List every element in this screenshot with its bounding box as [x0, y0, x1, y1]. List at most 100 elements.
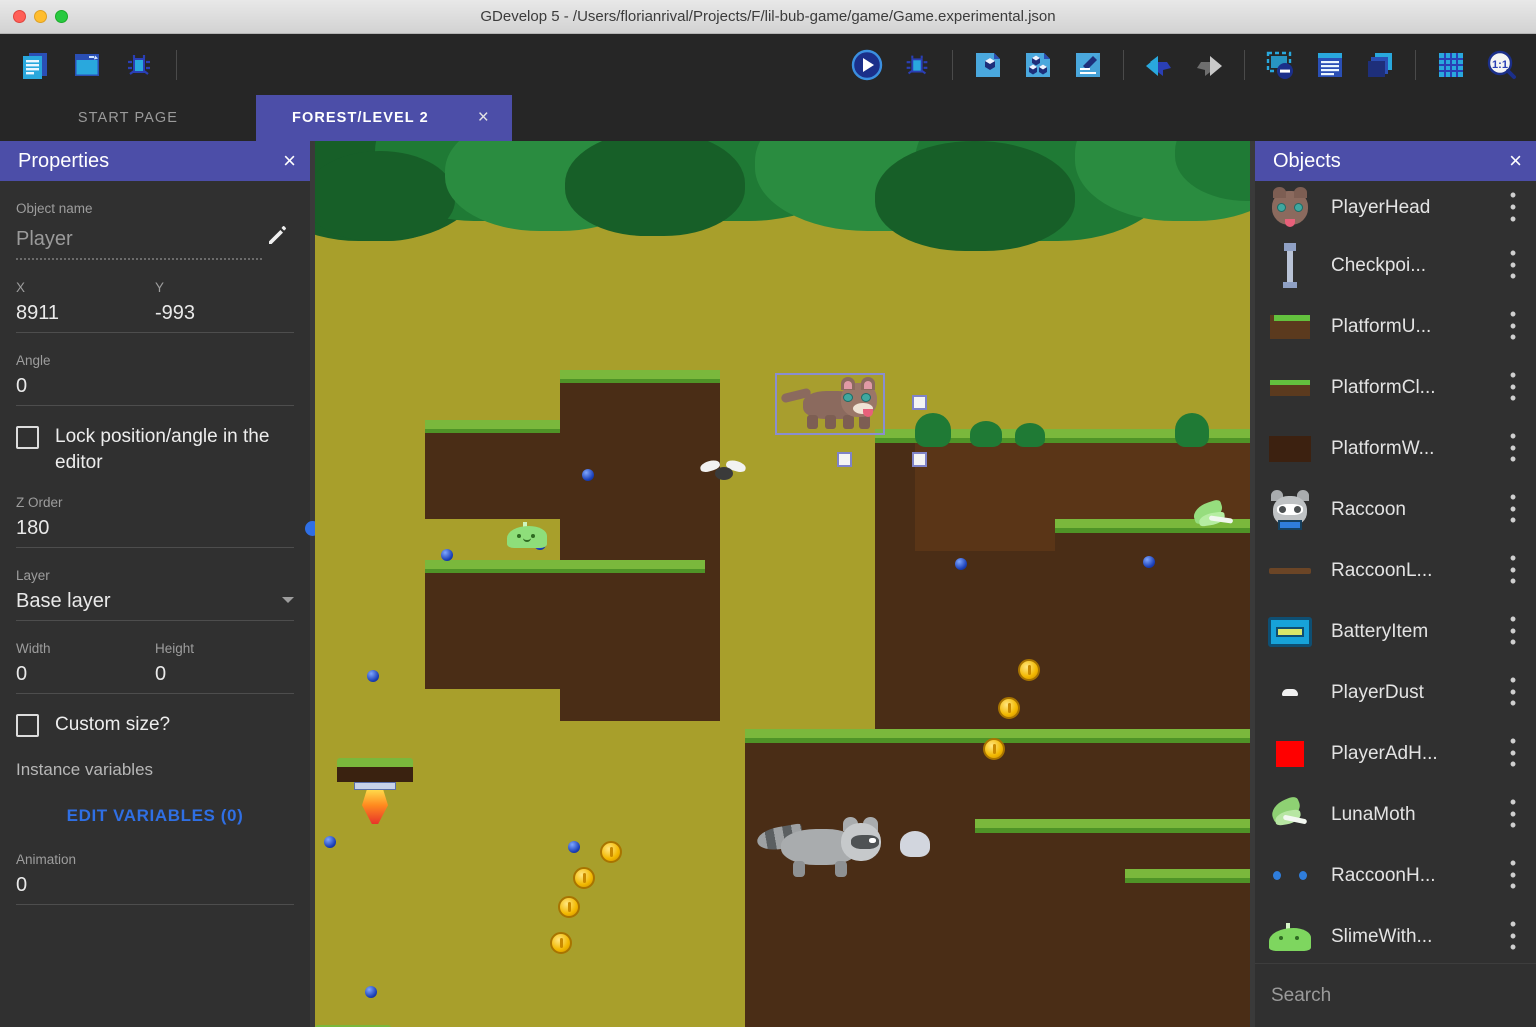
- coin-instance[interactable]: [983, 738, 1005, 760]
- list-item[interactable]: SlimeWith... •••: [1255, 906, 1536, 963]
- object-name: Raccoon: [1313, 499, 1500, 521]
- animation-input[interactable]: 0: [16, 874, 294, 904]
- berry-instance[interactable]: [568, 841, 580, 853]
- more-vertical-icon[interactable]: •••: [1500, 248, 1526, 283]
- list-item[interactable]: PlatformW... •••: [1255, 418, 1536, 479]
- edit-variables-button[interactable]: EDIT VARIABLES (0): [16, 780, 294, 832]
- undo-icon[interactable]: [1136, 42, 1182, 88]
- coin-instance[interactable]: [550, 932, 572, 954]
- coin-instance[interactable]: [998, 697, 1020, 719]
- list-item[interactable]: RaccoonH... •••: [1255, 845, 1536, 906]
- more-vertical-icon[interactable]: •••: [1500, 797, 1526, 832]
- lock-position-checkbox-row[interactable]: Lock position/angle in the editor: [16, 406, 294, 475]
- more-vertical-icon[interactable]: •••: [1500, 492, 1526, 527]
- berry-instance[interactable]: [955, 558, 967, 570]
- resize-handle[interactable]: [912, 395, 927, 410]
- berry-instance[interactable]: [1143, 556, 1155, 568]
- y-input[interactable]: -993: [155, 302, 294, 332]
- berry-instance[interactable]: [582, 469, 594, 481]
- more-vertical-icon[interactable]: •••: [1500, 675, 1526, 710]
- list-item[interactable]: PlayerAdH... •••: [1255, 723, 1536, 784]
- tab-forest-level-2[interactable]: FOREST/LEVEL 2 ×: [256, 95, 512, 141]
- resize-handle[interactable]: [912, 452, 927, 467]
- more-vertical-icon[interactable]: •••: [1500, 370, 1526, 405]
- grid-toggle-icon[interactable]: [1428, 42, 1474, 88]
- luna-moth-instance[interactable]: [1193, 501, 1235, 531]
- object-name-field: Object name Player: [16, 181, 294, 260]
- berry-instance[interactable]: [365, 986, 377, 998]
- properties-panel-icon[interactable]: [1307, 42, 1353, 88]
- more-vertical-icon[interactable]: •••: [1500, 614, 1526, 649]
- height-input[interactable]: 0: [155, 663, 294, 693]
- add-object-icon[interactable]: [965, 42, 1011, 88]
- chevron-down-icon[interactable]: [282, 597, 294, 603]
- more-vertical-icon[interactable]: •••: [1500, 190, 1526, 225]
- list-item[interactable]: PlatformU... •••: [1255, 296, 1536, 357]
- close-tab-icon[interactable]: ×: [478, 107, 490, 129]
- close-properties-icon[interactable]: ×: [283, 150, 296, 172]
- debugger-icon[interactable]: [116, 42, 162, 88]
- list-item[interactable]: RaccoonL... •••: [1255, 540, 1536, 601]
- close-window-button[interactable]: [13, 10, 26, 23]
- project-manager-icon[interactable]: [12, 42, 58, 88]
- selected-instance-player[interactable]: [775, 373, 885, 435]
- raccoon-instance[interactable]: [757, 813, 885, 879]
- coin-instance[interactable]: [600, 841, 622, 863]
- ground-instance[interactable]: [1125, 881, 1250, 1027]
- slime-instance[interactable]: [507, 522, 547, 548]
- list-item[interactable]: PlayerHead •••: [1255, 181, 1536, 235]
- x-input[interactable]: 8911: [16, 302, 155, 332]
- lock-position-checkbox[interactable]: [16, 426, 39, 449]
- edit-events-icon[interactable]: [1065, 42, 1111, 88]
- fly-instance[interactable]: [700, 461, 746, 483]
- object-name-value[interactable]: Player: [16, 228, 262, 258]
- coin-instance[interactable]: [558, 896, 580, 918]
- more-vertical-icon[interactable]: •••: [1500, 431, 1526, 466]
- berry-instance[interactable]: [324, 836, 336, 848]
- custom-size-checkbox-row[interactable]: Custom size?: [16, 694, 294, 738]
- instances-editor-icon[interactable]: [1257, 42, 1303, 88]
- more-vertical-icon[interactable]: •••: [1500, 553, 1526, 588]
- z-order-input[interactable]: 180: [16, 517, 294, 547]
- minimize-window-button[interactable]: [34, 10, 47, 23]
- list-item[interactable]: BatteryItem •••: [1255, 601, 1536, 662]
- redo-icon[interactable]: [1186, 42, 1232, 88]
- objects-group-icon[interactable]: [1015, 42, 1061, 88]
- close-objects-icon[interactable]: ×: [1509, 150, 1522, 172]
- more-vertical-icon[interactable]: •••: [1500, 736, 1526, 771]
- width-input[interactable]: 0: [16, 663, 155, 693]
- platform-instance[interactable]: [425, 431, 565, 519]
- window-controls[interactable]: [0, 10, 68, 23]
- layers-panel-icon[interactable]: [1357, 42, 1403, 88]
- preview-play-icon[interactable]: [844, 42, 890, 88]
- angle-input[interactable]: 0: [16, 375, 294, 405]
- list-item[interactable]: Checkpoi... •••: [1255, 235, 1536, 296]
- list-item[interactable]: LunaMoth •••: [1255, 784, 1536, 845]
- objects-search-bar[interactable]: [1255, 963, 1536, 1027]
- berry-instance[interactable]: [441, 549, 453, 561]
- debug-preview-icon[interactable]: [894, 42, 940, 88]
- list-item[interactable]: PlatformCl... •••: [1255, 357, 1536, 418]
- list-item[interactable]: PlayerDust •••: [1255, 662, 1536, 723]
- search-input[interactable]: [1271, 985, 1516, 1007]
- maximize-window-button[interactable]: [55, 10, 68, 23]
- custom-size-checkbox[interactable]: [16, 714, 39, 737]
- scene-canvas[interactable]: [315, 141, 1250, 1027]
- layer-select[interactable]: Base layer: [16, 590, 282, 620]
- objects-list[interactable]: PlayerHead ••• Checkpoi... ••• PlatformU…: [1255, 181, 1536, 963]
- more-vertical-icon[interactable]: •••: [1500, 919, 1526, 954]
- list-item[interactable]: Raccoon •••: [1255, 479, 1536, 540]
- pencil-icon[interactable]: [262, 223, 294, 260]
- coin-instance[interactable]: [1018, 659, 1040, 681]
- scene-editor-icon[interactable]: [64, 42, 110, 88]
- tab-start-page[interactable]: START PAGE: [0, 95, 256, 141]
- more-vertical-icon[interactable]: •••: [1500, 309, 1526, 344]
- coin-instance[interactable]: [573, 867, 595, 889]
- object-name: LunaMoth: [1313, 804, 1500, 826]
- resize-handle[interactable]: [837, 452, 852, 467]
- more-vertical-icon[interactable]: •••: [1500, 858, 1526, 893]
- platform-instance[interactable]: [425, 571, 705, 689]
- zoom-reset-icon[interactable]: 1:1: [1478, 42, 1524, 88]
- jet-platform-instance[interactable]: [337, 758, 413, 824]
- berry-instance[interactable]: [367, 670, 379, 682]
